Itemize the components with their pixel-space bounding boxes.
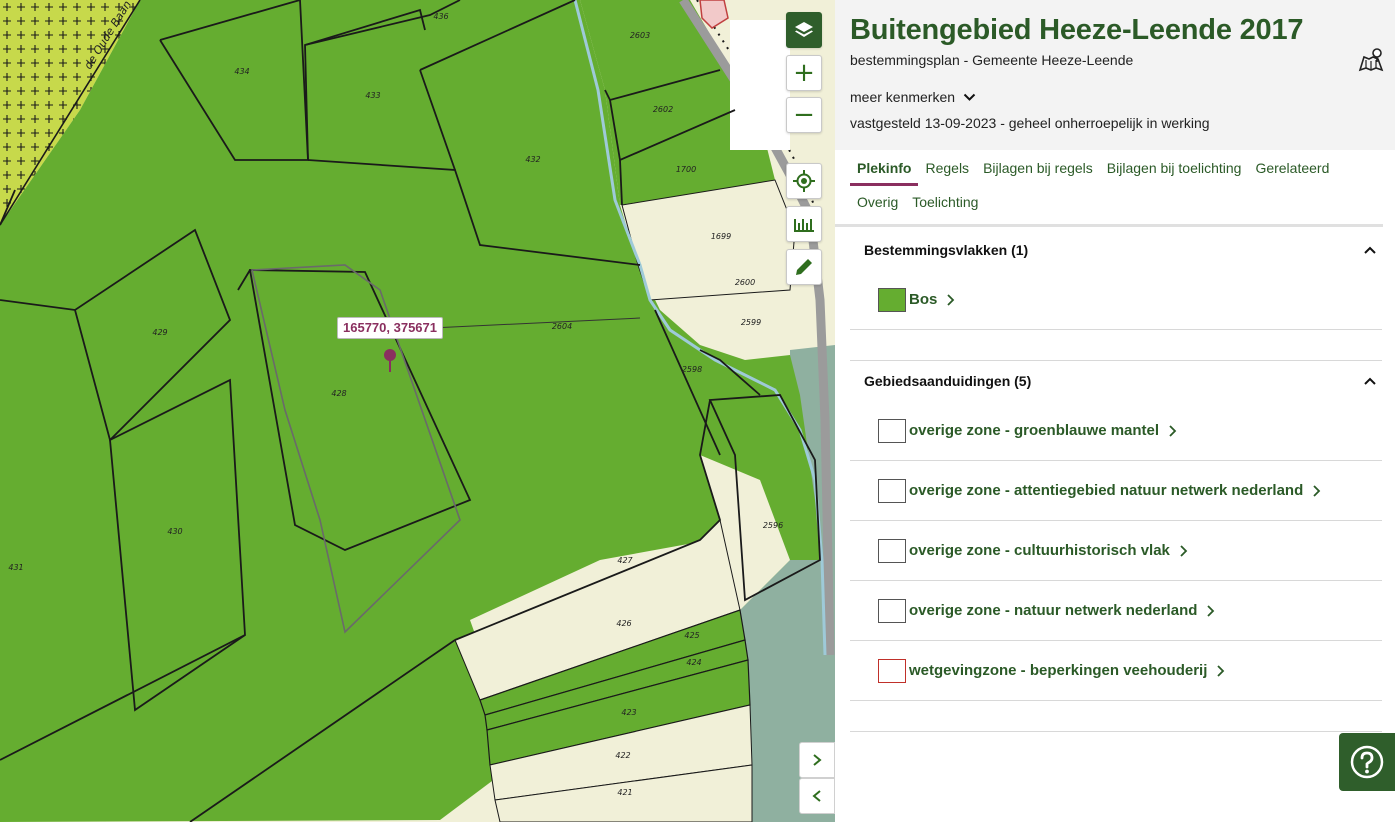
more-properties-label: meer kenmerken	[850, 89, 956, 105]
parcel-number-label: 431	[8, 563, 23, 572]
legend-swatch	[878, 287, 906, 312]
legend-label: overige zone - cultuurhistorisch vlak	[909, 542, 1170, 559]
tab-bar: Plekinfo Regels Bijlagen bij regels Bijlage…	[835, 156, 1383, 227]
divider	[850, 731, 1382, 732]
bestemmingsvlakken-list: Bos	[850, 270, 1382, 330]
parcel-number-label: 434	[234, 67, 249, 76]
location-pin-icon	[384, 349, 396, 372]
parcel-number-label: 423	[621, 708, 636, 717]
locate-button[interactable]	[786, 163, 822, 199]
help-icon	[1350, 745, 1384, 779]
legend-swatch	[878, 418, 906, 443]
tab-toelichting[interactable]: Toelichting	[905, 190, 985, 220]
legend-item[interactable]: overige zone - natuur netwerk nederland	[850, 581, 1382, 641]
section-toggle-gebiedsaanduidingen[interactable]: Gebiedsaanduidingen (5)	[850, 361, 1382, 401]
parcel-number-label: 430	[167, 527, 182, 536]
legend-label: overige zone - groenblauwe mantel	[909, 422, 1160, 439]
parcel-number-label: 425	[684, 631, 699, 640]
tab-bijlagen-bij-regels[interactable]: Bijlagen bij regels	[976, 156, 1100, 186]
parcel-number-label: 429	[152, 328, 167, 337]
chevron-right-icon	[947, 293, 955, 306]
chevron-right-icon	[1180, 544, 1188, 557]
legend-item[interactable]: overige zone - cultuurhistorisch vlak	[850, 521, 1382, 581]
chevron-right-icon	[1169, 424, 1177, 437]
panel-header: Buitengebied Heeze-Leende 2017 bestemmin…	[835, 0, 1395, 150]
plan-status: vastgesteld 13-09-2023 - geheel onherroe…	[850, 115, 1210, 131]
legend-swatch	[878, 658, 906, 683]
measure-icon	[794, 219, 814, 232]
parcel-number-label: 427	[617, 556, 633, 565]
legend-label: overige zone - attentiegebied natuur net…	[909, 482, 1304, 499]
plan-subtitle: bestemmingsplan - Gemeente Heeze-Leende	[850, 52, 1134, 68]
expand-panel-button[interactable]	[799, 742, 835, 778]
section-title: Bestemmingsvlakken (1)	[864, 242, 1029, 258]
parcel-number-label: 2602	[653, 105, 673, 114]
tab-bijlagen-bij-toelichting[interactable]: Bijlagen bij toelichting	[1100, 156, 1249, 186]
zoom-in-button[interactable]: +	[786, 55, 822, 91]
chevron-up-icon	[1364, 377, 1376, 385]
map-location-icon[interactable]	[1358, 47, 1384, 73]
parcel-number-label: 1699	[711, 232, 731, 241]
parcel-number-label: 433	[365, 91, 380, 100]
legend-label: Bos	[909, 291, 938, 308]
parcel-number-label: 2599	[741, 318, 761, 327]
coordinate-label: 165770, 375671	[337, 317, 443, 339]
legend-swatch	[878, 478, 906, 503]
tab-row: Plekinfo Regels Bijlagen bij regels Bijlage…	[850, 156, 1368, 224]
parcel-number-label: 424	[686, 658, 701, 667]
zoom-out-button[interactable]: −	[786, 97, 822, 133]
chevron-right-icon	[1207, 604, 1215, 617]
parcel-number-label: 426	[616, 619, 631, 628]
more-properties-toggle[interactable]: meer kenmerken	[850, 89, 976, 105]
locate-icon	[793, 170, 815, 192]
legend-label: wetgevingzone - beperkingen veehouderij	[909, 662, 1208, 679]
parcel-number-label: 422	[615, 751, 630, 760]
section-title: Gebiedsaanduidingen (5)	[864, 373, 1032, 389]
draw-button[interactable]	[786, 249, 822, 285]
zoom-in-icon: +	[793, 58, 815, 88]
chevron-right-icon	[813, 754, 822, 766]
parcel-number-label: 1700	[676, 165, 696, 174]
section-bestemmingsvlakken: Bestemmingsvlakken (1) Bos	[850, 230, 1382, 330]
map-layer[interactable]: de Oude Baan 436434433432260326021700169…	[0, 0, 835, 822]
chevron-down-icon	[963, 93, 976, 101]
parcel-number-label: 432	[525, 155, 540, 164]
chevron-right-icon	[1217, 664, 1225, 677]
tab-overig[interactable]: Overig	[850, 190, 905, 220]
legend-item[interactable]: Bos	[850, 270, 1382, 330]
layers-icon	[795, 22, 813, 37]
parcel-number-label: 2603	[630, 31, 650, 40]
legend-label: overige zone - natuur netwerk nederland	[909, 602, 1198, 619]
chevron-right-icon	[1313, 484, 1321, 497]
legend-swatch	[878, 598, 906, 623]
zoom-out-icon: −	[793, 100, 815, 130]
legend-item[interactable]: overige zone - groenblauwe mantel	[850, 401, 1382, 461]
tab-regels[interactable]: Regels	[918, 156, 976, 186]
parcel-number-label: 421	[617, 788, 632, 797]
tab-plekinfo[interactable]: Plekinfo	[850, 156, 919, 186]
map-canvas[interactable]: de Oude Baan 436 434 433 432 2603 2602 1700 169…	[0, 0, 835, 822]
parcel-number-label: 436	[433, 12, 448, 21]
chevron-up-icon	[1364, 246, 1376, 254]
collapse-panel-button[interactable]	[799, 778, 835, 814]
layers-button[interactable]	[786, 12, 822, 48]
parcel-number-label: 2604	[552, 322, 572, 331]
info-panel: Buitengebied Heeze-Leende 2017 bestemmin…	[835, 0, 1395, 822]
parcel-number-label: 2598	[682, 365, 702, 374]
parcel-number-label: 2596	[763, 521, 783, 530]
section-toggle-bestemmingsvlakken[interactable]: Bestemmingsvlakken (1)	[850, 230, 1382, 270]
help-button[interactable]	[1339, 733, 1395, 791]
plan-title: Buitengebied Heeze-Leende 2017	[850, 14, 1304, 46]
chevron-left-icon	[812, 790, 821, 802]
parcel-number-label: 428	[331, 389, 346, 398]
legend-item[interactable]: wetgevingzone - beperkingen veehouderij	[850, 641, 1382, 701]
section-gebiedsaanduidingen: Gebiedsaanduidingen (5) overige zone - g…	[850, 361, 1382, 701]
gebiedsaanduidingen-list: overige zone - groenblauwe mantel overige…	[850, 401, 1382, 701]
tab-gerelateerd[interactable]: Gerelateerd	[1248, 156, 1336, 186]
legend-swatch	[878, 538, 906, 563]
measure-button[interactable]	[786, 206, 822, 242]
parcel-number-label: 2600	[735, 278, 755, 287]
pencil-icon	[796, 259, 812, 275]
legend-item[interactable]: overige zone - attentiegebied natuur net…	[850, 461, 1382, 521]
